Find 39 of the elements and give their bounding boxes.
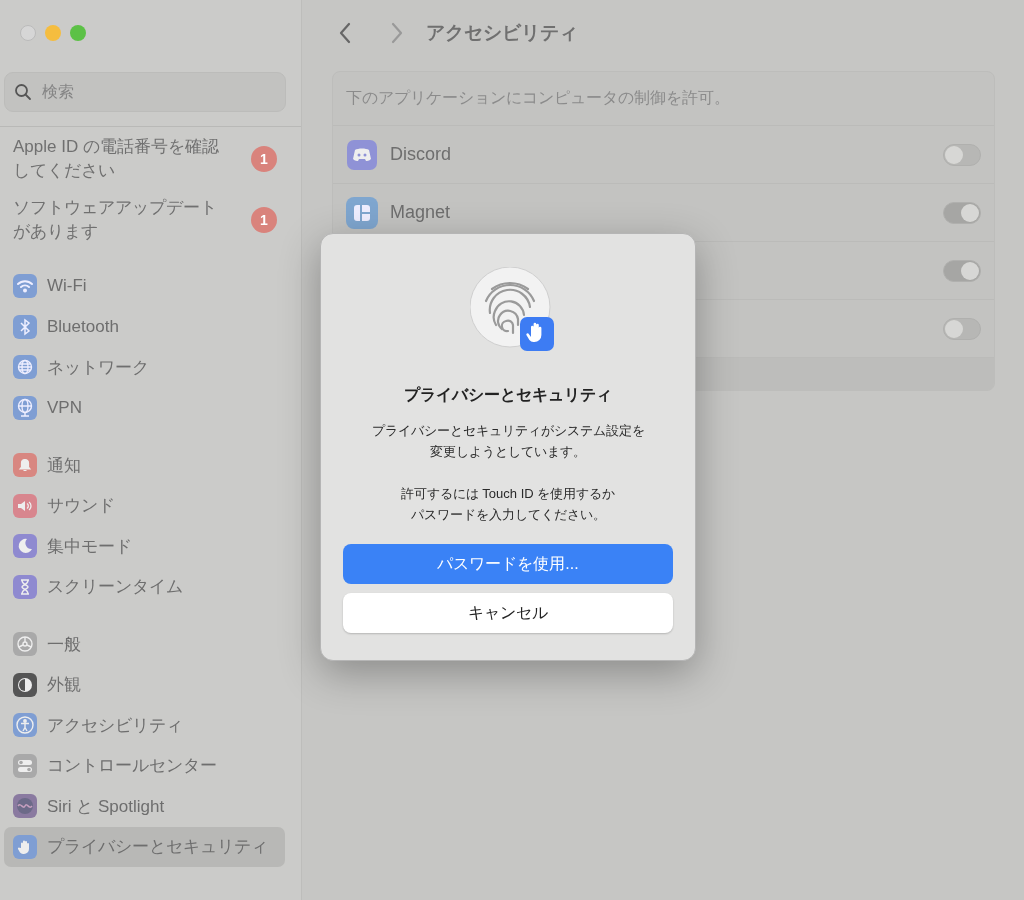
toggle-switch[interactable] <box>943 201 981 224</box>
sidebar-item[interactable]: 外観 <box>4 664 285 705</box>
game-controller-icon <box>347 139 377 170</box>
notice-text[interactable]: ソフトウェアアップデートがあります <box>13 196 233 244</box>
toggle-switch[interactable] <box>943 317 981 340</box>
sidebar-item[interactable]: プライバシーとセキュリティ <box>4 826 285 867</box>
minimize-button[interactable] <box>45 25 61 41</box>
count-badge: 1 <box>251 146 277 172</box>
sidebar-item[interactable]: Wi-Fi <box>4 266 285 307</box>
password-button[interactable]: パスワードを使用... <box>343 544 673 584</box>
sidebar-item[interactable]: Siri と Spotlight <box>4 786 285 827</box>
window-grid-icon <box>346 196 378 229</box>
sidebar-item[interactable]: サウンド <box>4 485 285 526</box>
toggle-switch[interactable] <box>943 259 981 282</box>
forward-chevron-icon[interactable] <box>390 22 404 44</box>
zoom-button[interactable] <box>70 25 86 41</box>
dialog-hint: 許可するには Touch ID を使用するかパスワードを入力してください。 <box>399 485 617 524</box>
sidebar-item[interactable]: アクセシビリティ <box>4 705 285 746</box>
fingerprint-icon <box>470 267 556 353</box>
sidebar-item[interactable]: 集中モード <box>4 526 285 567</box>
dialog-message: プライバシーとセキュリティがシステム設定を変更しようとしています。 <box>370 422 646 461</box>
sidebar-item[interactable]: 一般 <box>4 624 285 665</box>
back-chevron-icon[interactable] <box>338 22 352 44</box>
app-name: Magnet <box>390 202 451 223</box>
close-button[interactable] <box>20 25 36 41</box>
sidebar-item[interactable]: ネットワーク <box>4 347 285 388</box>
count-badge: 1 <box>251 207 277 233</box>
app-name: Discord <box>390 144 451 165</box>
search-field[interactable]: 検索 <box>4 72 286 112</box>
notice-text[interactable]: Apple ID の電話番号を確認してください <box>13 135 233 183</box>
window-title: アクセシビリティ <box>426 21 578 45</box>
dialog-title: プライバシーとセキュリティ <box>404 385 612 405</box>
toggle-switch[interactable] <box>943 143 981 166</box>
sidebar-item[interactable]: 通知 <box>4 445 285 486</box>
sidebar-item[interactable]: コントロールセンター <box>4 745 285 786</box>
cancel-button[interactable]: キャンセル <box>343 593 673 633</box>
sidebar-item[interactable]: VPN <box>4 387 285 428</box>
sidebar-item[interactable]: Bluetooth <box>4 306 285 347</box>
sidebar-item[interactable]: スクリーンタイム <box>4 566 285 607</box>
